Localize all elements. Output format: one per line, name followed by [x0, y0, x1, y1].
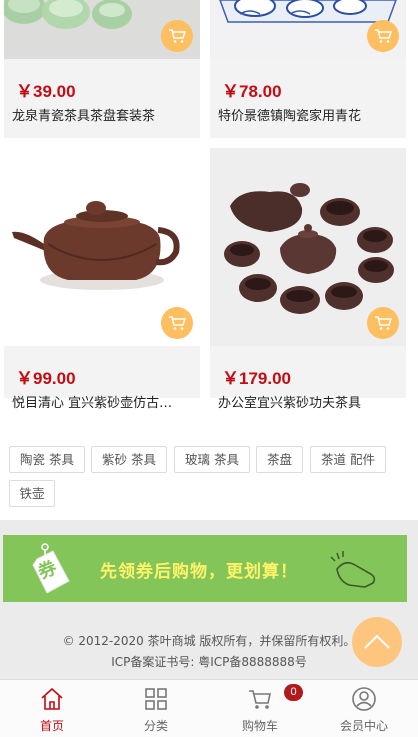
tab-category-label: 分类 [143, 719, 168, 733]
tag-purple-clay-tea-set[interactable]: 紫砂 茶具 [91, 446, 167, 473]
cart-icon [375, 316, 392, 330]
home-icon [41, 687, 63, 710]
tab-home[interactable]: 首页 [0, 680, 104, 737]
product-title[interactable]: 特价景德镇陶瓷家用青花 [218, 105, 400, 124]
product-card[interactable]: ￥39.00 龙泉青瓷茶具茶盘套装茶 [4, 0, 200, 138]
add-to-cart-button[interactable] [367, 20, 399, 52]
product-card[interactable]: ￥99.00 悦目清心 宜兴紫砂壶仿古… [4, 148, 200, 411]
user-icon [352, 687, 376, 711]
product-title[interactable]: 悦目清心 宜兴紫砂壶仿古… [12, 392, 194, 411]
tag-tea-accessories[interactable]: 茶道 配件 [310, 446, 386, 473]
category-icon [145, 688, 167, 710]
product-price: ￥179.00 [222, 369, 291, 388]
tag-tea-tray[interactable]: 茶盘 [256, 446, 303, 473]
tag-ceramic-tea-set[interactable]: 陶瓷 茶具 [9, 446, 85, 473]
chevron-up-icon [364, 634, 390, 649]
product-title[interactable]: 龙泉青瓷茶具茶盘套装茶 [12, 105, 194, 124]
product-price: ￥78.00 [222, 82, 282, 101]
bottom-tab-bar: 首页 分类 购物车 0 会员中心 [0, 679, 418, 737]
tab-member-center-label: 会员中心 [339, 719, 388, 733]
add-to-cart-button[interactable] [367, 307, 399, 339]
product-card[interactable]: ￥179.00 办公室宜兴紫砂功夫茶具 [210, 148, 406, 411]
tag-glass-tea-set[interactable]: 玻璃 茶具 [174, 446, 250, 473]
product-price: ￥39.00 [16, 82, 76, 101]
tag-iron-kettle[interactable]: 铁壶 [9, 480, 55, 507]
tab-home-label: 首页 [39, 719, 64, 733]
cart-icon [169, 29, 186, 43]
add-to-cart-button[interactable] [161, 20, 193, 52]
product-price: ￥99.00 [16, 369, 76, 388]
coupon-banner[interactable]: 券 先领券后购物，更划算！ [3, 535, 407, 602]
product-title[interactable]: 办公室宜兴紫砂功夫茶具 [218, 392, 400, 411]
cart-count-badge: 0 [284, 684, 303, 701]
product-card[interactable]: ￥78.00 特价景德镇陶瓷家用青花 [210, 0, 406, 138]
cart-icon [169, 316, 186, 330]
cart-icon [375, 29, 392, 43]
product-section: ￥39.00 龙泉青瓷茶具茶盘套装茶 ￥78.00 特价景德镇陶瓷家用青花 ￥9… [0, 0, 418, 520]
add-to-cart-button[interactable] [161, 307, 193, 339]
tab-cart-label: 购物车 [241, 719, 278, 733]
tap-hand-icon [330, 551, 376, 588]
back-to-top-button[interactable] [352, 617, 402, 667]
tab-member-center[interactable]: 会员中心 [312, 680, 416, 737]
coupon-banner-text: 先领券后购物，更划算！ [100, 562, 298, 582]
tab-category[interactable]: 分类 [104, 680, 208, 737]
cart-icon [249, 690, 271, 709]
